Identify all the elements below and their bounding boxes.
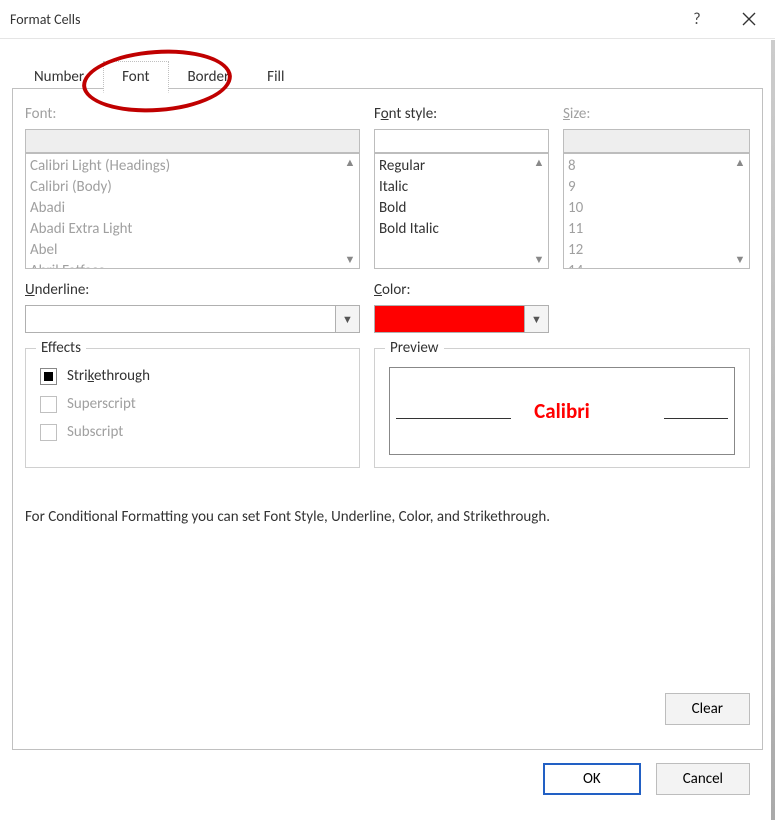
title-bar: Format Cells ? (0, 0, 775, 38)
font-name-input (25, 129, 360, 153)
color-dropdown[interactable]: ▼ (374, 305, 549, 333)
preview-box: Calibri (389, 367, 735, 455)
size-option: 8 (568, 156, 745, 177)
size-option: 11 (568, 219, 745, 240)
cancel-button[interactable]: Cancel (656, 763, 750, 795)
checkbox-checked-icon (44, 372, 53, 381)
dialog-footer: OK Cancel (543, 763, 750, 795)
font-option: Abril Fatface (30, 261, 355, 269)
size-option: 10 (568, 198, 745, 219)
size-listbox: 8 9 10 11 12 14 ▲▼ (563, 153, 750, 269)
scroll-down-icon: ▼ (534, 253, 545, 266)
window-edge (771, 40, 775, 820)
size-option: 14 (568, 261, 745, 269)
tab-fill[interactable]: Fill (248, 61, 303, 93)
color-swatch[interactable] (374, 305, 525, 333)
chevron-down-icon: ▼ (531, 313, 542, 326)
style-option[interactable]: Bold (379, 198, 544, 219)
format-cells-dialog: Format Cells ? Number Font Border Fill F… (0, 0, 775, 820)
size-option: 12 (568, 240, 745, 261)
font-option: Calibri Light (Headings) (30, 156, 355, 177)
size-input (563, 129, 750, 153)
window-title: Format Cells (10, 11, 80, 28)
preview-group: Preview Calibri (374, 348, 750, 468)
font-option: Abadi Extra Light (30, 219, 355, 240)
strikethrough-checkbox[interactable]: Strikethrough (40, 367, 345, 385)
size-option: 9 (568, 177, 745, 198)
ok-button[interactable]: OK (543, 763, 641, 795)
font-label: Font: (25, 105, 360, 123)
style-option[interactable]: Regular (379, 156, 544, 177)
font-option: Abel (30, 240, 355, 261)
font-listbox: Calibri Light (Headings) Calibri (Body) … (25, 153, 360, 269)
close-icon (742, 12, 756, 26)
font-style-listbox[interactable]: Regular Italic Bold Bold Italic ▲▼ (374, 153, 549, 269)
font-option: Calibri (Body) (30, 177, 355, 198)
preview-sample-text: Calibri (534, 398, 590, 424)
underline-dropdown-button[interactable]: ▼ (336, 305, 360, 333)
font-option: Abadi (30, 198, 355, 219)
style-option[interactable]: Italic (379, 177, 544, 198)
close-button[interactable] (723, 0, 775, 38)
superscript-checkbox: Superscript (40, 395, 345, 413)
color-label: Color: (374, 281, 549, 299)
chevron-down-icon: ▼ (342, 313, 353, 326)
color-dropdown-button[interactable]: ▼ (525, 305, 549, 333)
font-style-label: Font style: (374, 105, 549, 123)
font-tab-content: Font: Calibri Light (Headings) Calibri (… (25, 105, 750, 526)
help-button[interactable]: ? (671, 0, 723, 38)
underline-dropdown[interactable]: ▼ (25, 305, 360, 333)
preview-legend: Preview (385, 339, 444, 357)
underline-value[interactable] (25, 305, 336, 333)
size-label: Size: (563, 105, 750, 123)
effects-group: Effects Strikethrough Superscript Subscr… (25, 348, 360, 468)
tab-number[interactable]: Number (15, 61, 103, 93)
tab-font[interactable]: Font (103, 61, 168, 93)
tab-strip: Number Font Border Fill (0, 39, 775, 93)
underline-label: Underline: (25, 281, 360, 299)
effects-legend: Effects (36, 339, 86, 357)
subscript-checkbox: Subscript (40, 423, 345, 441)
font-style-input[interactable] (374, 129, 549, 153)
clear-button[interactable]: Clear (665, 693, 750, 725)
tab-border[interactable]: Border (169, 61, 249, 93)
style-option[interactable]: Bold Italic (379, 219, 544, 240)
info-text: For Conditional Formatting you can set F… (25, 508, 750, 526)
